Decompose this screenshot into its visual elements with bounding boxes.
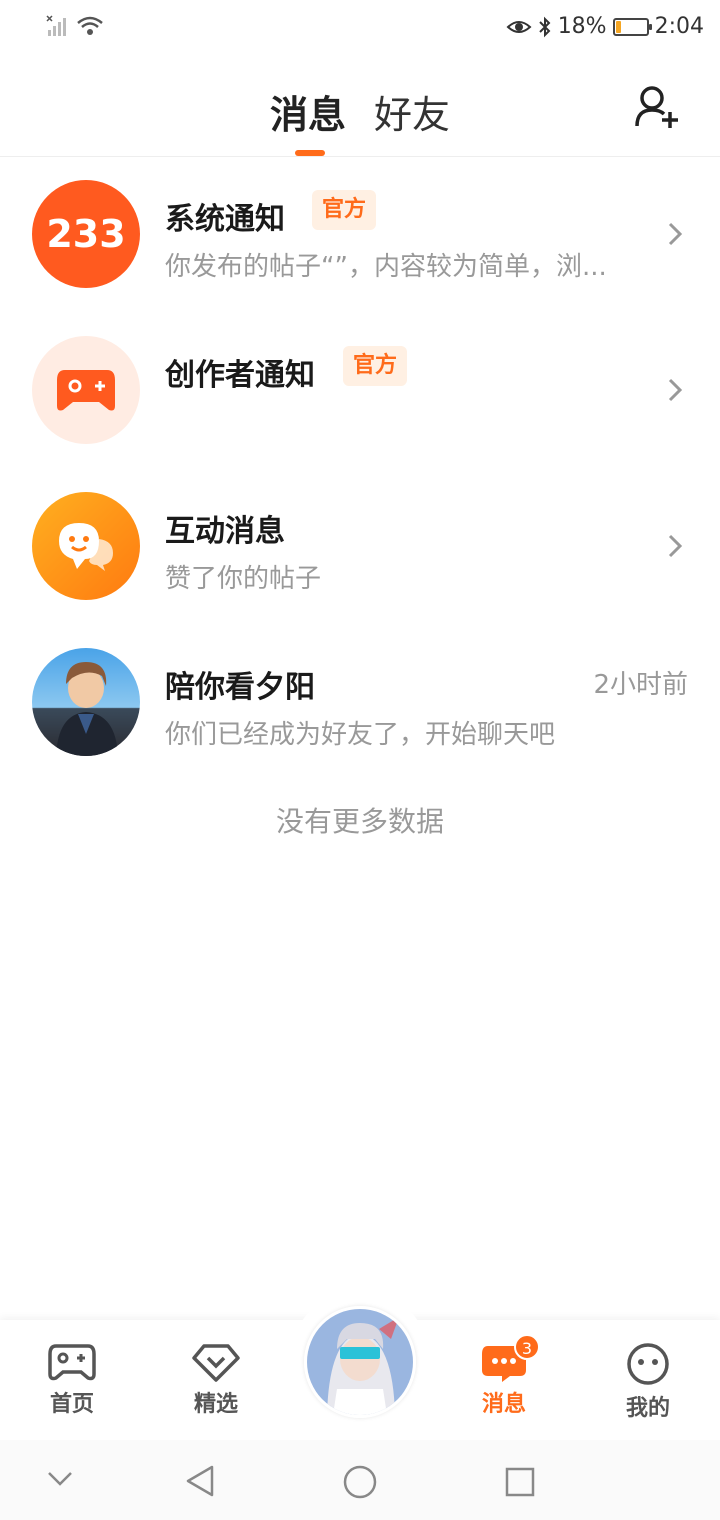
item-title: 互动消息 xyxy=(165,514,285,549)
nav-label: 我的 xyxy=(625,1396,670,1421)
avatar-creator xyxy=(32,336,140,444)
gamepad-icon xyxy=(48,1344,96,1381)
clock: 2:04 xyxy=(654,14,704,39)
item-subtitle: 你们已经成为好友了，开始聊天吧 xyxy=(165,720,556,750)
signal-wifi xyxy=(46,14,104,38)
tab-messages[interactable]: 消息 xyxy=(270,84,346,139)
tab-friends[interactable]: 好友 xyxy=(374,84,450,139)
recent-apps-icon[interactable] xyxy=(504,1466,536,1498)
official-badge: 官方 xyxy=(343,346,408,386)
list-item-interaction[interactable]: 互动消息 赞了你的帖子 xyxy=(0,468,720,624)
list-item-creator-notice[interactable]: 创作者通知 官方 xyxy=(0,312,720,468)
nav-featured[interactable]: 精选 xyxy=(166,1330,266,1430)
item-time: 2小时前 xyxy=(593,670,688,700)
signal-icon xyxy=(46,15,66,36)
wifi-icon xyxy=(77,16,103,35)
item-subtitle: 你发布的帖子“”，内容较为简单，浏... xyxy=(165,252,607,282)
avatar-user xyxy=(32,648,140,756)
add-user-icon[interactable] xyxy=(634,84,680,130)
chevron-down-icon[interactable] xyxy=(46,1470,74,1488)
gamepad-icon xyxy=(57,370,115,411)
nav-label: 首页 xyxy=(49,1392,94,1417)
official-badge: 官方 xyxy=(312,190,377,230)
nav-me[interactable]: 我的 xyxy=(598,1330,698,1430)
nav-label: 消息 xyxy=(481,1392,526,1417)
chat-bubble-icon xyxy=(59,523,113,571)
back-icon[interactable] xyxy=(184,1464,216,1498)
bluetooth-icon xyxy=(538,16,551,37)
messages-badge: 3 xyxy=(514,1334,540,1360)
chevron-right-icon xyxy=(668,378,683,402)
list-item-system-notice[interactable]: 233 系统通知 官方 你发布的帖子“”，内容较为简单，浏... xyxy=(0,156,720,312)
battery-percent: 18% xyxy=(557,14,607,39)
no-more-data: 没有更多数据 xyxy=(275,805,444,838)
nav-label: 精选 xyxy=(193,1392,238,1417)
face-icon xyxy=(627,1343,669,1385)
system-nav-bar xyxy=(0,1440,720,1520)
item-subtitle: 赞了你的帖子 xyxy=(165,564,322,594)
list-item-friend-chat[interactable]: 陪你看夕阳 2小时前 你们已经成为好友了，开始聊天吧 xyxy=(0,624,720,780)
user-avatar-image xyxy=(56,662,118,756)
character-avatar-image xyxy=(307,1309,413,1415)
avatar-233: 233 xyxy=(32,180,140,288)
nav-home[interactable]: 首页 xyxy=(22,1330,122,1430)
chevron-right-icon xyxy=(668,222,683,246)
item-title: 系统通知 xyxy=(165,202,285,237)
heart-diamond-icon xyxy=(192,1344,240,1382)
home-icon[interactable] xyxy=(342,1464,378,1500)
battery-icon xyxy=(612,17,652,36)
logo-233: 233 xyxy=(46,212,126,256)
battery-level xyxy=(615,20,621,33)
header: 消息 好友 xyxy=(0,60,720,157)
nav-messages[interactable]: 3 消息 xyxy=(454,1330,554,1430)
eye-icon xyxy=(506,20,532,33)
status-right: 18% 2:04 xyxy=(506,14,704,39)
avatar-interaction xyxy=(32,492,140,600)
chevron-right-icon xyxy=(668,534,683,558)
status-bar: 18% 2:04 xyxy=(0,0,720,60)
center-avatar-button[interactable] xyxy=(304,1306,416,1418)
item-title: 创作者通知 xyxy=(165,358,315,393)
item-title: 陪你看夕阳 xyxy=(165,670,315,705)
